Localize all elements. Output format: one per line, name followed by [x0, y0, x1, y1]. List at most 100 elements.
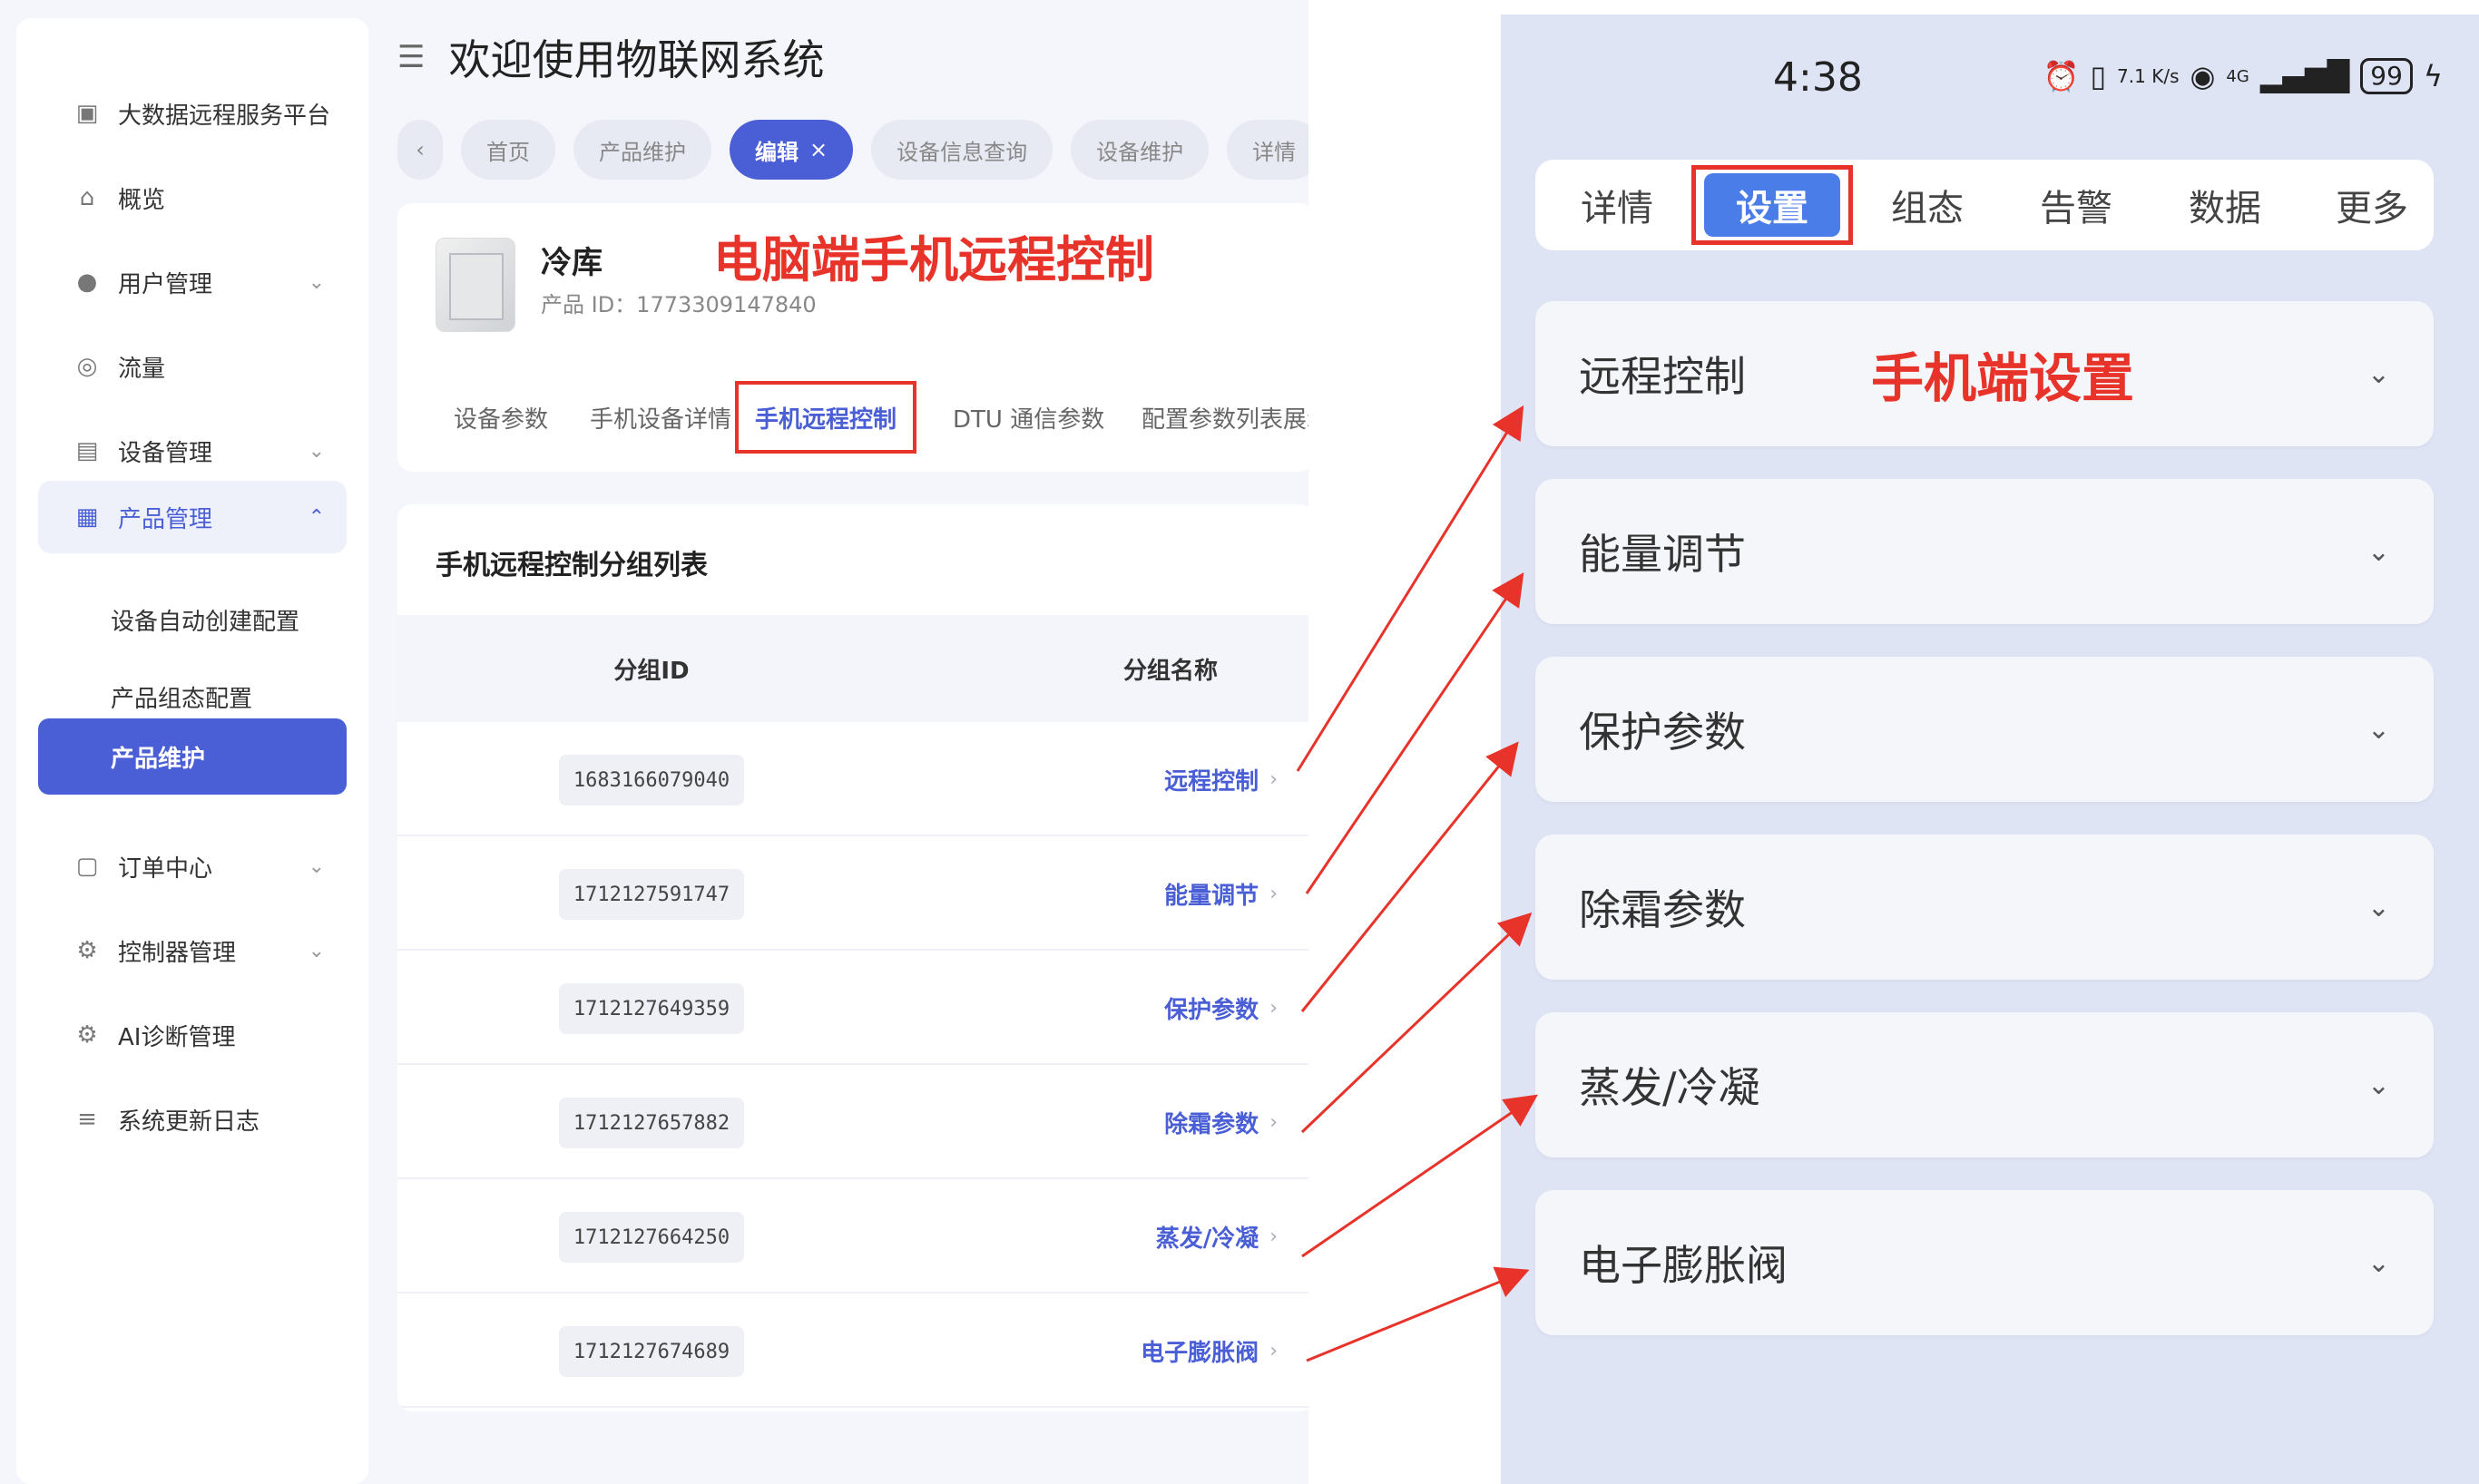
- sidebar-item-traffic[interactable]: ◎ 流量: [38, 330, 347, 403]
- annotation-phone: 手机端设置: [1871, 347, 2135, 409]
- phone-tab-data[interactable]: 数据: [2161, 160, 2288, 250]
- chevron-down-icon: ⌄: [308, 854, 325, 878]
- group-name-link[interactable]: 远程控制 ›: [1164, 722, 1278, 836]
- status-bar-icons: ⏰ ▯ 7.1 K/s ◉ 4G ▂▄▆█ 99 ϟ: [2043, 58, 2443, 94]
- phone-tab-label: 设置: [1704, 173, 1840, 237]
- phone-tab-settings[interactable]: 设置: [1691, 165, 1853, 245]
- close-icon[interactable]: ×: [809, 137, 828, 162]
- sidebar-subitem-label: 产品维护: [111, 745, 206, 773]
- column-header-group-name: 分组名称: [1123, 657, 1219, 685]
- tab-device-maintenance[interactable]: 设备维护: [1071, 120, 1210, 180]
- table-row: 1683166079040 远程控制 ›: [397, 722, 1308, 836]
- group-id: 1712127674689: [559, 1326, 744, 1377]
- sidebar-item-products[interactable]: ▦ 产品管理 ⌃: [38, 481, 347, 553]
- menu-collapse-icon[interactable]: ☰: [397, 39, 425, 75]
- page-title: 欢迎使用物联网系统: [448, 35, 825, 84]
- section-label: 保护参数: [1579, 708, 1746, 757]
- chevron-up-icon: ⌃: [308, 505, 325, 529]
- sidebar-item-ai-diagnosis[interactable]: ⚙ AI诊断管理: [38, 999, 347, 1071]
- arrow-remote-control: [1296, 405, 1524, 772]
- sidebar-item-label: 设备管理: [118, 439, 213, 467]
- tab-label: 首页: [486, 139, 530, 165]
- phone-tab-details[interactable]: 详情: [1553, 160, 1680, 250]
- sidebar-item-overview[interactable]: ⌂ 概览: [38, 161, 347, 234]
- phone-section-defrost[interactable]: 除霜参数 ⌄: [1535, 835, 2434, 980]
- table-row: 1712127649359 保护参数 ›: [397, 951, 1308, 1065]
- group-name-link[interactable]: 蒸发/冷凝 ›: [1156, 1179, 1278, 1294]
- phone-section-protection[interactable]: 保护参数 ⌄: [1535, 657, 2434, 802]
- chevron-right-icon: ›: [1269, 996, 1278, 1020]
- group-id: 1712127649359: [559, 983, 744, 1034]
- sidebar-subitem-label: 产品组态配置: [111, 685, 253, 713]
- arrow-protection: [1300, 741, 1519, 1012]
- tab-label: 设备维护: [1096, 139, 1184, 165]
- chevron-down-icon: ⌄: [2366, 891, 2390, 923]
- desktop-panel: ▣ 大数据远程服务平台 ⌂ 概览 ● 用户管理 ⌄ ◎ 流量 ▤ 设备管理 ⌄ …: [0, 0, 1308, 1484]
- phone-section-energy[interactable]: 能量调节 ⌄: [1535, 479, 2434, 624]
- group-name: 远程控制: [1164, 767, 1259, 796]
- subtab-label: DTU 通信参数: [953, 405, 1105, 434]
- section-label: 蒸发/冷凝: [1579, 1063, 1760, 1112]
- group-name: 电子膨胀阀: [1141, 1339, 1259, 1367]
- sidebar-item-label: 产品管理: [118, 505, 213, 533]
- sidebar-item-label: 订单中心: [118, 854, 213, 883]
- sidebar: ▣ 大数据远程服务平台 ⌂ 概览 ● 用户管理 ⌄ ◎ 流量 ▤ 设备管理 ⌄ …: [16, 18, 368, 1484]
- group-name-link[interactable]: 除霜参数 ›: [1164, 1065, 1278, 1179]
- subtab-config-params-list[interactable]: 配置参数列表展示: [1142, 381, 1308, 454]
- phone-section-remote-control[interactable]: 远程控制 手机端设置 ⌄: [1535, 301, 2434, 446]
- tab-label: 产品维护: [599, 139, 686, 165]
- phone-section-expansion-valve[interactable]: 电子膨胀阀 ⌄: [1535, 1190, 2434, 1335]
- phone-tab-configuration[interactable]: 组态: [1864, 160, 1991, 250]
- phone-tab-more[interactable]: 更多: [2308, 160, 2435, 250]
- sidebar-item-label: 流量: [118, 355, 166, 383]
- chevron-right-icon: ›: [1269, 1225, 1278, 1248]
- tab-edit[interactable]: 编辑 ×: [730, 120, 854, 180]
- signal-icon: ▂▄▆█: [2259, 59, 2350, 93]
- charging-icon: ϟ: [2423, 59, 2443, 93]
- sidebar-subitem-auto-create[interactable]: 设备自动创建配置: [38, 583, 347, 656]
- phone-panel: 4:38 ⏰ ▯ 7.1 K/s ◉ 4G ▂▄▆█ 99 ϟ 详情 设置 组态…: [1501, 15, 2479, 1484]
- subtab-dtu-params[interactable]: DTU 通信参数: [953, 381, 1104, 454]
- chevron-down-icon: ⌄: [2366, 1246, 2390, 1279]
- group-id: 1683166079040: [559, 755, 744, 805]
- sidebar-item-users[interactable]: ● 用户管理 ⌄: [38, 246, 347, 318]
- sidebar-item-platform[interactable]: ▣ 大数据远程服务平台: [38, 77, 347, 150]
- group-name-link[interactable]: 保护参数 ›: [1164, 951, 1278, 1065]
- tab-home[interactable]: 首页: [461, 120, 555, 180]
- phone-tab-alarms[interactable]: 告警: [2013, 160, 2140, 250]
- tab-details[interactable]: 详情: [1227, 120, 1308, 180]
- sidebar-item-controllers[interactable]: ⚙ 控制器管理 ⌄: [38, 914, 347, 987]
- group-name: 蒸发/冷凝: [1155, 1225, 1259, 1253]
- sidebar-item-label: 用户管理: [118, 270, 213, 298]
- sidebar-subitem-product-maintenance[interactable]: 产品维护: [38, 718, 347, 795]
- group-name-link[interactable]: 能量调节 ›: [1164, 836, 1278, 951]
- subtab-phone-device-details[interactable]: 手机设备详情: [590, 381, 731, 454]
- chevron-down-icon: ⌄: [308, 939, 325, 962]
- subtab-phone-remote-control[interactable]: 手机远程控制: [735, 381, 917, 454]
- arrow-evaporation: [1301, 1094, 1538, 1258]
- phone-tab-label: 告警: [2040, 188, 2112, 229]
- tabs-scroll-left-button[interactable]: ‹: [397, 120, 443, 180]
- sidebar-item-devices[interactable]: ▤ 设备管理 ⌄: [38, 415, 347, 487]
- subtab-device-params[interactable]: 设备参数: [454, 381, 548, 454]
- monitor-icon: ▣: [75, 100, 99, 127]
- group-name-link[interactable]: 电子膨胀阀 ›: [1141, 1294, 1278, 1408]
- tab-device-query[interactable]: 设备信息查询: [871, 120, 1053, 180]
- product-icon: ▦: [75, 503, 99, 531]
- phone-tab-bar: 详情 设置 组态 告警 数据 更多: [1535, 160, 2434, 250]
- tab-product-maintenance[interactable]: 产品维护: [573, 120, 711, 180]
- sidebar-item-label: 控制器管理: [118, 939, 237, 967]
- sidebar-item-orders[interactable]: ▢ 订单中心 ⌄: [38, 830, 347, 903]
- sidebar-item-update-log[interactable]: ≡ 系统更新日志: [38, 1083, 347, 1156]
- section-label: 电子膨胀阀: [1579, 1241, 1788, 1290]
- network-speed: 7.1 K/s: [2117, 65, 2180, 87]
- alarm-icon: ⏰: [2043, 59, 2080, 93]
- arrow-defrost: [1300, 912, 1533, 1134]
- product-card: 冷库 产品 ID：1773309147840 电脑端手机远程控制 设备参数 手机…: [397, 203, 1308, 472]
- column-header-group-id: 分组ID: [613, 657, 690, 685]
- phone-section-evaporation[interactable]: 蒸发/冷凝 ⌄: [1535, 1012, 2434, 1157]
- product-name: 冷库: [541, 245, 603, 281]
- product-id: 产品 ID：1773309147840: [541, 292, 817, 317]
- sidebar-subitem-label: 设备自动创建配置: [111, 608, 300, 636]
- chevron-down-icon: ⌄: [308, 270, 325, 294]
